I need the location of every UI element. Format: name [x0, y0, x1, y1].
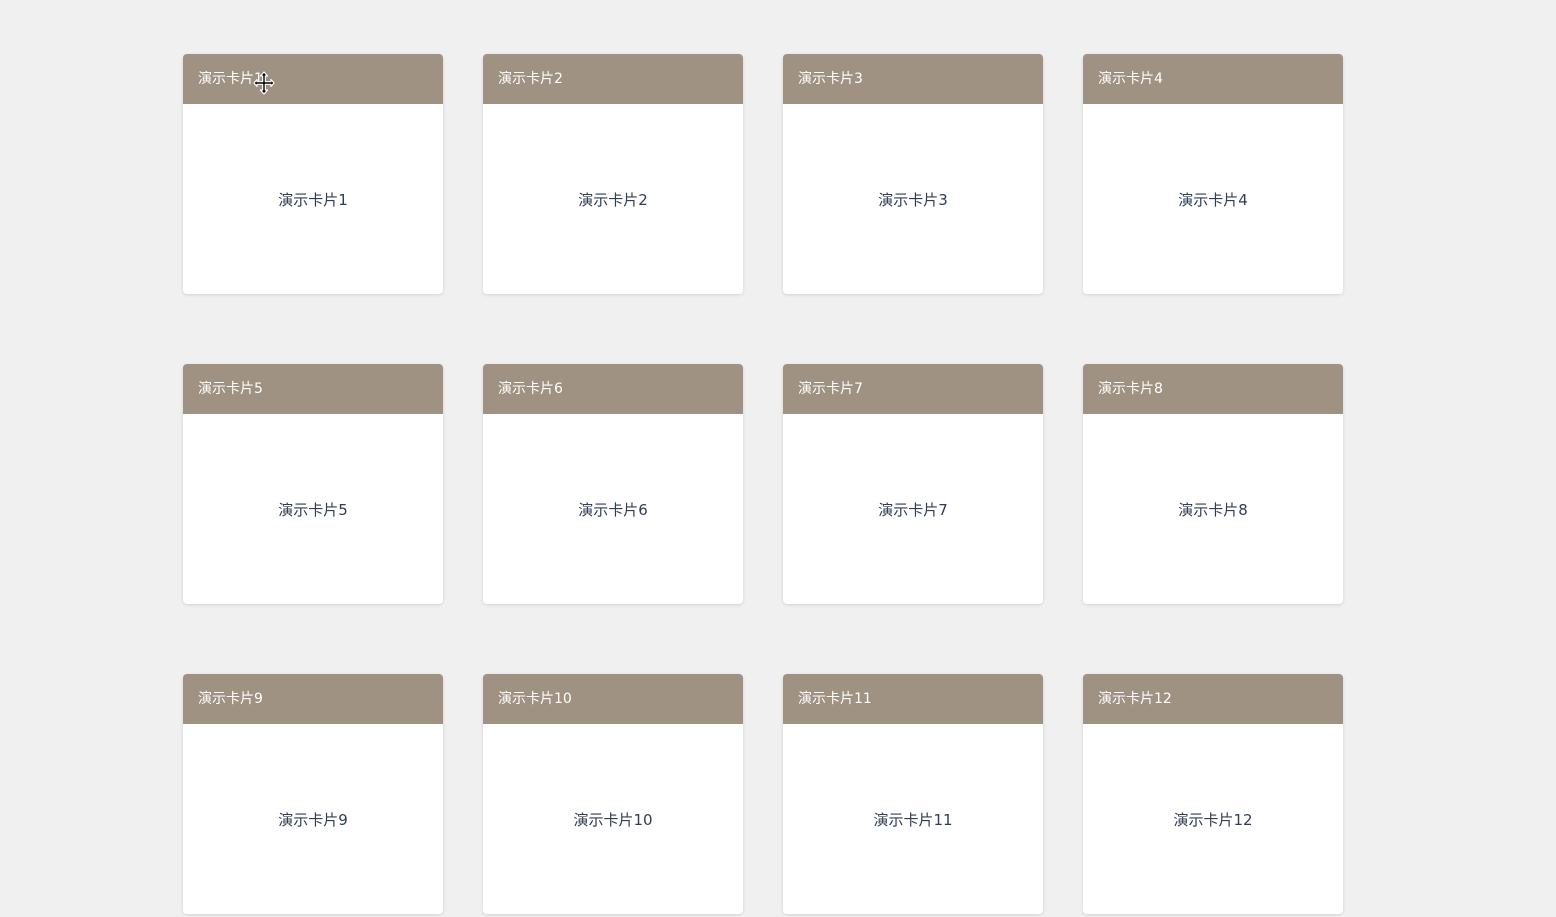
card-body: 演示卡片3	[878, 190, 948, 209]
card-body: 演示卡片2	[578, 190, 648, 209]
card-12[interactable]: 演示卡片12 演示卡片12	[1083, 674, 1343, 914]
card-body: 演示卡片6	[578, 500, 648, 519]
card-7[interactable]: 演示卡片7 演示卡片7	[783, 364, 1043, 604]
card-header[interactable]: 演示卡片11	[783, 674, 1043, 724]
card-body: 演示卡片5	[278, 500, 348, 519]
card-2[interactable]: 演示卡片2 演示卡片2	[483, 54, 743, 294]
card-4[interactable]: 演示卡片4 演示卡片4	[1083, 54, 1343, 294]
card-body: 演示卡片12	[1173, 810, 1253, 829]
card-header[interactable]: 演示卡片4	[1083, 54, 1343, 104]
card-body: 演示卡片9	[278, 810, 348, 829]
card-5[interactable]: 演示卡片5 演示卡片5	[183, 364, 443, 604]
card-body: 演示卡片8	[1178, 500, 1248, 519]
card-10[interactable]: 演示卡片10 演示卡片10	[483, 674, 743, 914]
card-header[interactable]: 演示卡片5	[183, 364, 443, 414]
card-body: 演示卡片7	[878, 500, 948, 519]
card-8[interactable]: 演示卡片8 演示卡片8	[1083, 364, 1343, 604]
card-3[interactable]: 演示卡片3 演示卡片3	[783, 54, 1043, 294]
card-header[interactable]: 演示卡片7	[783, 364, 1043, 414]
card-6[interactable]: 演示卡片6 演示卡片6	[483, 364, 743, 604]
card-header[interactable]: 演示卡片9	[183, 674, 443, 724]
card-9[interactable]: 演示卡片9 演示卡片9	[183, 674, 443, 914]
card-body: 演示卡片1	[278, 190, 348, 209]
card-header[interactable]: 演示卡片8	[1083, 364, 1343, 414]
card-header[interactable]: 演示卡片3	[783, 54, 1043, 104]
card-header[interactable]: 演示卡片1	[183, 54, 443, 104]
card-header[interactable]: 演示卡片10	[483, 674, 743, 724]
card-header[interactable]: 演示卡片2	[483, 54, 743, 104]
card-header[interactable]: 演示卡片12	[1083, 674, 1343, 724]
card-1[interactable]: 演示卡片1 演示卡片1	[183, 54, 443, 294]
card-body: 演示卡片10	[573, 810, 653, 829]
card-body: 演示卡片4	[1178, 190, 1248, 209]
card-body: 演示卡片11	[873, 810, 953, 829]
card-11[interactable]: 演示卡片11 演示卡片11	[783, 674, 1043, 914]
card-grid: 演示卡片1 演示卡片1 演示卡片2 演示卡片2 演示卡片3 演示卡片3 演示卡片…	[183, 54, 1343, 914]
card-header[interactable]: 演示卡片6	[483, 364, 743, 414]
